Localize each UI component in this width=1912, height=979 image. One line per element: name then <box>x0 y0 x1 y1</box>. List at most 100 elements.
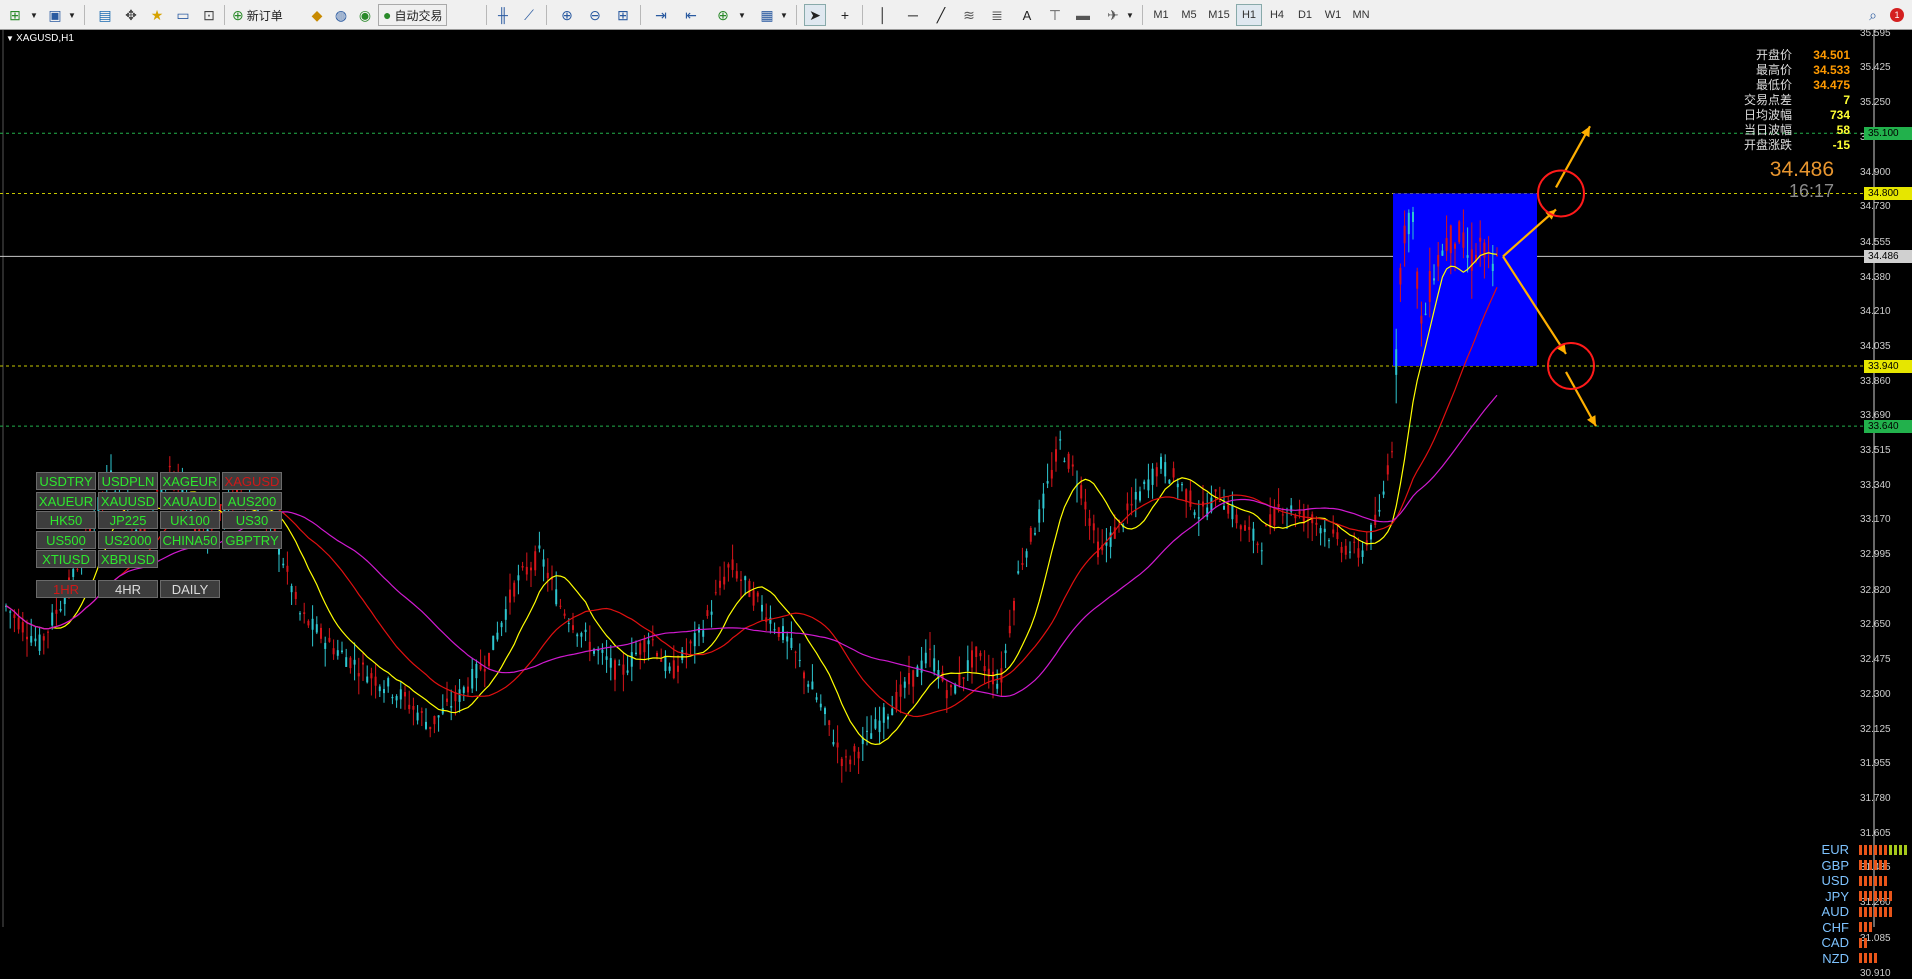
candle-body <box>324 642 327 649</box>
strategy-tester-icon[interactable]: ⊡ <box>198 4 220 26</box>
timeframe-m5[interactable]: M5 <box>1176 4 1202 26</box>
timeframe-mn[interactable]: MN <box>1348 4 1374 26</box>
timeframe-w1[interactable]: W1 <box>1320 4 1346 26</box>
candle-body <box>1147 479 1150 491</box>
line-chart-icon[interactable]: ⟋ <box>518 4 540 26</box>
symbol-button-xaueur[interactable]: XAUEUR <box>36 491 96 510</box>
price-level-tag: 34.800 <box>1864 187 1912 201</box>
candle-body <box>1323 528 1326 533</box>
crosshair-icon[interactable]: + <box>834 4 856 26</box>
symbol-button-uk100[interactable]: UK100 <box>160 511 220 529</box>
candle-body <box>341 650 343 653</box>
candle-body <box>635 652 637 655</box>
fibonacci-icon[interactable]: ≣ <box>986 4 1008 26</box>
symbol-button-daily[interactable]: DAILY <box>160 579 220 598</box>
vertical-line-icon[interactable]: │ <box>872 4 894 26</box>
info-value: 58 <box>1836 123 1850 137</box>
symbol-button-xagusd[interactable]: XAGUSD <box>222 472 282 490</box>
candle-body <box>513 582 516 597</box>
templates-dropdown-icon[interactable]: ▼ <box>778 4 790 26</box>
terminal-icon[interactable]: ▭ <box>172 4 194 26</box>
candle-body <box>1470 249 1473 271</box>
strength-bars <box>1859 860 1887 870</box>
favorites-icon[interactable]: ★ <box>146 4 168 26</box>
symbol-button-xauaud[interactable]: XAUAUD <box>160 491 220 510</box>
symbol-button-xageur[interactable]: XAGEUR <box>160 472 220 490</box>
new-chart-icon[interactable]: ⊞ <box>4 4 26 26</box>
symbol-button-usdpln[interactable]: USDPLN <box>98 472 158 490</box>
timeframe-h4[interactable]: H4 <box>1264 4 1290 26</box>
market-watch-icon[interactable]: ▤ <box>94 4 116 26</box>
symbol-button-aus200[interactable]: AUS200 <box>222 491 282 510</box>
search-icon[interactable]: ⌕ <box>1862 4 1884 26</box>
text-label-icon[interactable]: ⊤ <box>1044 4 1066 26</box>
candle-body <box>509 589 511 603</box>
timeframe-d1[interactable]: D1 <box>1292 4 1318 26</box>
horizontal-line-icon[interactable]: ─ <box>902 4 924 26</box>
new-order-button[interactable]: ⊕ 新订单 <box>228 4 287 26</box>
symbol-button-us2000[interactable]: US2000 <box>98 530 158 549</box>
shapes-dropdown-icon[interactable]: ▼ <box>1124 4 1136 26</box>
new-chart-dropdown-icon[interactable]: ▼ <box>28 4 40 26</box>
candle-body <box>504 609 507 620</box>
trendline-icon[interactable]: ╱ <box>930 4 952 26</box>
timeframe-h1[interactable]: H1 <box>1236 4 1262 26</box>
candle-body <box>1050 469 1053 479</box>
tile-windows-icon[interactable]: ⊞ <box>612 4 634 26</box>
channel-icon[interactable]: ≋ <box>958 4 980 26</box>
candle-body <box>605 656 608 660</box>
chart-window[interactable]: ▼ XAGUSD,H1 开盘价 34.501 最高价 34.533 最低价 34.475 交… <box>0 28 1912 979</box>
zoom-out-icon[interactable]: ⊖ <box>584 4 606 26</box>
candle-body <box>1189 490 1192 507</box>
candle-body <box>1139 491 1141 501</box>
navigator-icon[interactable]: ✥ <box>120 4 142 26</box>
notifications-icon[interactable]: 1 <box>1886 4 1908 26</box>
symbol-button-china50[interactable]: CHINA50 <box>160 530 220 549</box>
cursor-icon[interactable]: ➤ <box>804 4 826 26</box>
profiles-dropdown-icon[interactable]: ▼ <box>66 4 78 26</box>
symbol-button-xauusd[interactable]: XAUUSD <box>98 491 158 510</box>
price-chart[interactable] <box>0 30 1912 927</box>
chart-shift-icon[interactable]: ⇤ <box>680 4 702 26</box>
symbol-button-us30[interactable]: US30 <box>222 511 282 529</box>
symbol-button-usdtry[interactable]: USDTRY <box>36 472 96 490</box>
candle-body <box>924 652 927 664</box>
zoom-in-icon[interactable]: ⊕ <box>556 4 578 26</box>
signals-icon[interactable]: ◍ <box>330 4 352 26</box>
profiles-icon[interactable]: ▣ <box>44 4 66 26</box>
candle-body <box>975 646 978 657</box>
shapes-icon[interactable]: ✈ <box>1102 4 1124 26</box>
candle-body <box>1092 523 1095 531</box>
metaeditor-icon[interactable]: ◆ <box>306 4 328 26</box>
price-level-tag: 34.486 <box>1864 250 1912 264</box>
candle-body <box>1466 255 1469 258</box>
templates-icon[interactable]: ▦ <box>756 4 778 26</box>
bar-chart-icon[interactable]: ╫ <box>492 4 514 26</box>
candle-body <box>1361 550 1364 557</box>
candle-body <box>908 672 910 685</box>
autoscroll-icon[interactable]: ⇥ <box>650 4 672 26</box>
symbol-button-4hr[interactable]: 4HR <box>98 579 158 598</box>
text-icon[interactable]: A <box>1016 4 1038 26</box>
candle-body <box>689 641 692 644</box>
symbol-button-1hr[interactable]: 1HR <box>36 579 96 598</box>
arrow-objects-icon[interactable]: ▬ <box>1072 4 1094 26</box>
candle-body <box>307 620 310 626</box>
auto-trading-button[interactable]: ● 自动交易 <box>378 4 448 26</box>
symbol-button-xtiusd[interactable]: XTIUSD <box>36 550 96 568</box>
indicators-icon[interactable]: ⊕ <box>712 4 734 26</box>
timeframe-m15[interactable]: M15 <box>1206 4 1232 26</box>
indicators-dropdown-icon[interactable]: ▼ <box>736 4 748 26</box>
strength-bar <box>1859 953 1862 963</box>
symbol-button-hk50[interactable]: HK50 <box>36 511 96 529</box>
strength-bars <box>1859 922 1872 932</box>
symbol-button-us500[interactable]: US500 <box>36 530 96 549</box>
symbol-button-xbrusd[interactable]: XBRUSD <box>98 550 158 568</box>
candle-body <box>42 636 45 641</box>
timeframe-m1[interactable]: M1 <box>1148 4 1174 26</box>
community-icon[interactable]: ◉ <box>354 4 376 26</box>
candle-body <box>17 617 20 630</box>
symbol-button-jp225[interactable]: JP225 <box>98 511 158 529</box>
strength-bar <box>1869 860 1872 870</box>
symbol-button-gbptry[interactable]: GBPTRY <box>222 530 282 549</box>
